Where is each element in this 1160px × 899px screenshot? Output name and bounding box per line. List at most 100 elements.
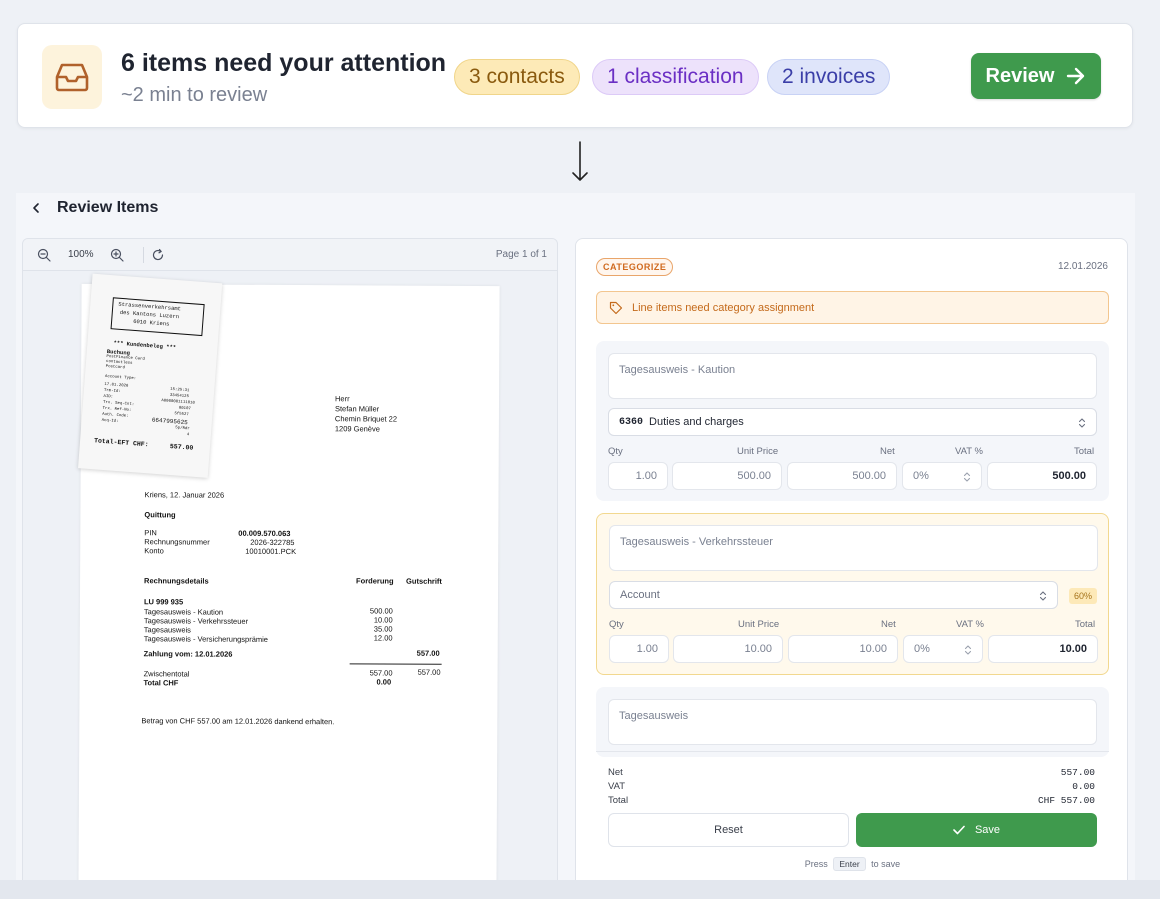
- net-field[interactable]: 10.00: [788, 635, 898, 663]
- receipt-value: 4: [186, 433, 190, 438]
- receipt-value: 557.00: [169, 442, 194, 452]
- meta-label: Konto: [144, 546, 164, 556]
- net-label: Net: [880, 446, 895, 457]
- receipt-value: 33454125: [169, 393, 189, 400]
- page-title: Review Items: [57, 199, 159, 216]
- item-description[interactable]: Tagesausweis - Kaution: [608, 353, 1097, 399]
- review-button[interactable]: Review: [971, 53, 1101, 99]
- net-total-value: 557.00: [1060, 767, 1095, 778]
- receipt-line: Account Type:: [104, 374, 137, 382]
- vat-total-value: 0.00: [1072, 781, 1095, 792]
- bottom-bar: [0, 880, 1160, 899]
- zoom-in-icon[interactable]: [110, 248, 124, 262]
- payment-line: Zahlung vom: 12.01.2026: [143, 649, 233, 659]
- vat-label: VAT %: [956, 619, 984, 630]
- meta-value: 10010001.PCK: [245, 546, 297, 557]
- receipt-line: 17.01.2026: [104, 382, 129, 389]
- total-label: Total: [1075, 619, 1096, 630]
- hint-prefix: Press: [804, 859, 828, 869]
- document-date: 12.01.2026: [1057, 261, 1108, 272]
- net-label: Net: [881, 619, 896, 630]
- recipient-line: 1209 Genève: [334, 424, 380, 434]
- category-alert: Line items need category assignment: [596, 291, 1109, 324]
- net-field[interactable]: 500.00: [787, 462, 897, 490]
- detail-amount: 10.00: [373, 615, 393, 625]
- subtotal-rule: [349, 663, 442, 665]
- detail-amount: 12.00: [373, 633, 393, 643]
- chevron-left-icon[interactable]: [30, 201, 42, 215]
- vat-value: 0%: [913, 470, 929, 482]
- line-item-card: Tagesausweis: [596, 687, 1109, 757]
- receipt-value: 5f5527: [174, 412, 189, 418]
- item-description[interactable]: Tagesausweis: [608, 699, 1097, 745]
- account-select[interactable]: Account: [609, 581, 1058, 609]
- detail-line: Tagesausweis - Versicherungsprämie: [143, 634, 269, 644]
- classification-pill[interactable]: 1 classification: [592, 59, 759, 95]
- lu-code: LU 999 935: [143, 597, 184, 607]
- vat-select[interactable]: 0%: [903, 635, 983, 663]
- account-name: Duties and charges: [649, 416, 744, 428]
- document-footer: Betrag von CHF 557.00 am 12.01.2026 dank…: [141, 716, 335, 727]
- subtotal-credit: 557.00: [417, 667, 441, 677]
- details-col-claim: Forderung: [356, 576, 394, 586]
- inbox-icon: [42, 45, 102, 109]
- subtotal-claim: 557.00: [369, 668, 393, 678]
- total-field[interactable]: 500.00: [987, 462, 1097, 490]
- receipt-line: Total-EFT CHF:: [93, 437, 149, 449]
- reset-button[interactable]: Reset: [608, 813, 849, 847]
- vat-value: 0%: [914, 643, 930, 655]
- detail-amount: 35.00: [373, 624, 393, 634]
- payment-receipt: Strassenverkehrsamt des Kantons Luzern 6…: [78, 273, 223, 478]
- receipt-line: AID:: [103, 394, 114, 400]
- zoom-level: 100%: [68, 249, 94, 260]
- document-heading: Quittung: [144, 510, 176, 520]
- recipient-line: Chemin Briquet 22: [334, 414, 398, 424]
- save-button-label: Save: [974, 824, 1001, 836]
- unit-price-field[interactable]: 10.00: [673, 635, 783, 663]
- recipient-line: Herr: [335, 394, 350, 404]
- contacts-pill[interactable]: 3 contacts: [454, 59, 580, 95]
- rotate-icon[interactable]: [151, 248, 165, 262]
- document-page: Strassenverkehrsamt des Kantons Luzern 6…: [78, 273, 500, 882]
- hint-suffix: to save: [871, 859, 901, 869]
- chevron-updown-icon: [963, 472, 971, 482]
- totals-divider: [596, 751, 1109, 752]
- grand-total-value: CHF 557.00: [1037, 795, 1095, 806]
- attention-title: 6 items need your attention: [121, 49, 447, 77]
- qty-field[interactable]: 1.00: [609, 635, 669, 663]
- details-heading: Rechnungsdetails: [144, 576, 209, 586]
- save-button[interactable]: Save: [856, 813, 1097, 847]
- recipient-line: Stefan Müller: [334, 404, 380, 414]
- chevron-updown-icon: [1039, 591, 1047, 601]
- zoom-out-icon[interactable]: [37, 248, 51, 262]
- item-description[interactable]: Tagesausweis - Verkehrssteuer: [609, 525, 1098, 571]
- unit-price-label: Unit Price: [737, 446, 779, 457]
- panel-header: Review Items: [16, 193, 1135, 223]
- vat-select[interactable]: 0%: [902, 462, 982, 490]
- grand-total-label: Total: [608, 795, 629, 806]
- account-code: 6360: [619, 416, 644, 428]
- total-field[interactable]: 10.00: [988, 635, 1098, 663]
- confidence-badge: 60%: [1069, 588, 1098, 604]
- detail-line: Tagesausweis - Kaution: [143, 607, 224, 617]
- qty-label: Qty: [609, 619, 624, 630]
- total-amount: 0.00: [376, 677, 392, 687]
- unit-price-field[interactable]: 500.00: [672, 462, 782, 490]
- account-select[interactable]: 6360 Duties and charges: [608, 408, 1097, 436]
- detail-amount: 500.00: [369, 606, 393, 616]
- save-hint: Press Enter to save: [576, 857, 1127, 871]
- invoices-pill[interactable]: 2 invoices: [767, 59, 891, 95]
- receipt-line: Auth. Code:: [101, 412, 129, 419]
- alert-text: Line items need category assignment: [632, 301, 815, 314]
- check-icon: [953, 825, 965, 835]
- receipt-line: Acq-Id:: [101, 418, 119, 425]
- net-total-label: Net: [608, 767, 623, 778]
- qty-field[interactable]: 1.00: [608, 462, 668, 490]
- detail-line: Tagesausweis: [143, 625, 191, 635]
- meta-label: PIN: [144, 528, 157, 538]
- meta-value: 2026-322785: [250, 537, 295, 548]
- attention-banner: 6 items need your attention ~2 min to re…: [17, 23, 1133, 128]
- enter-key: Enter: [833, 857, 866, 871]
- meta-label: Rechnungsnummer: [144, 537, 210, 547]
- categorize-form: CATEGORIZE 12.01.2026 Line items need ca…: [575, 238, 1128, 882]
